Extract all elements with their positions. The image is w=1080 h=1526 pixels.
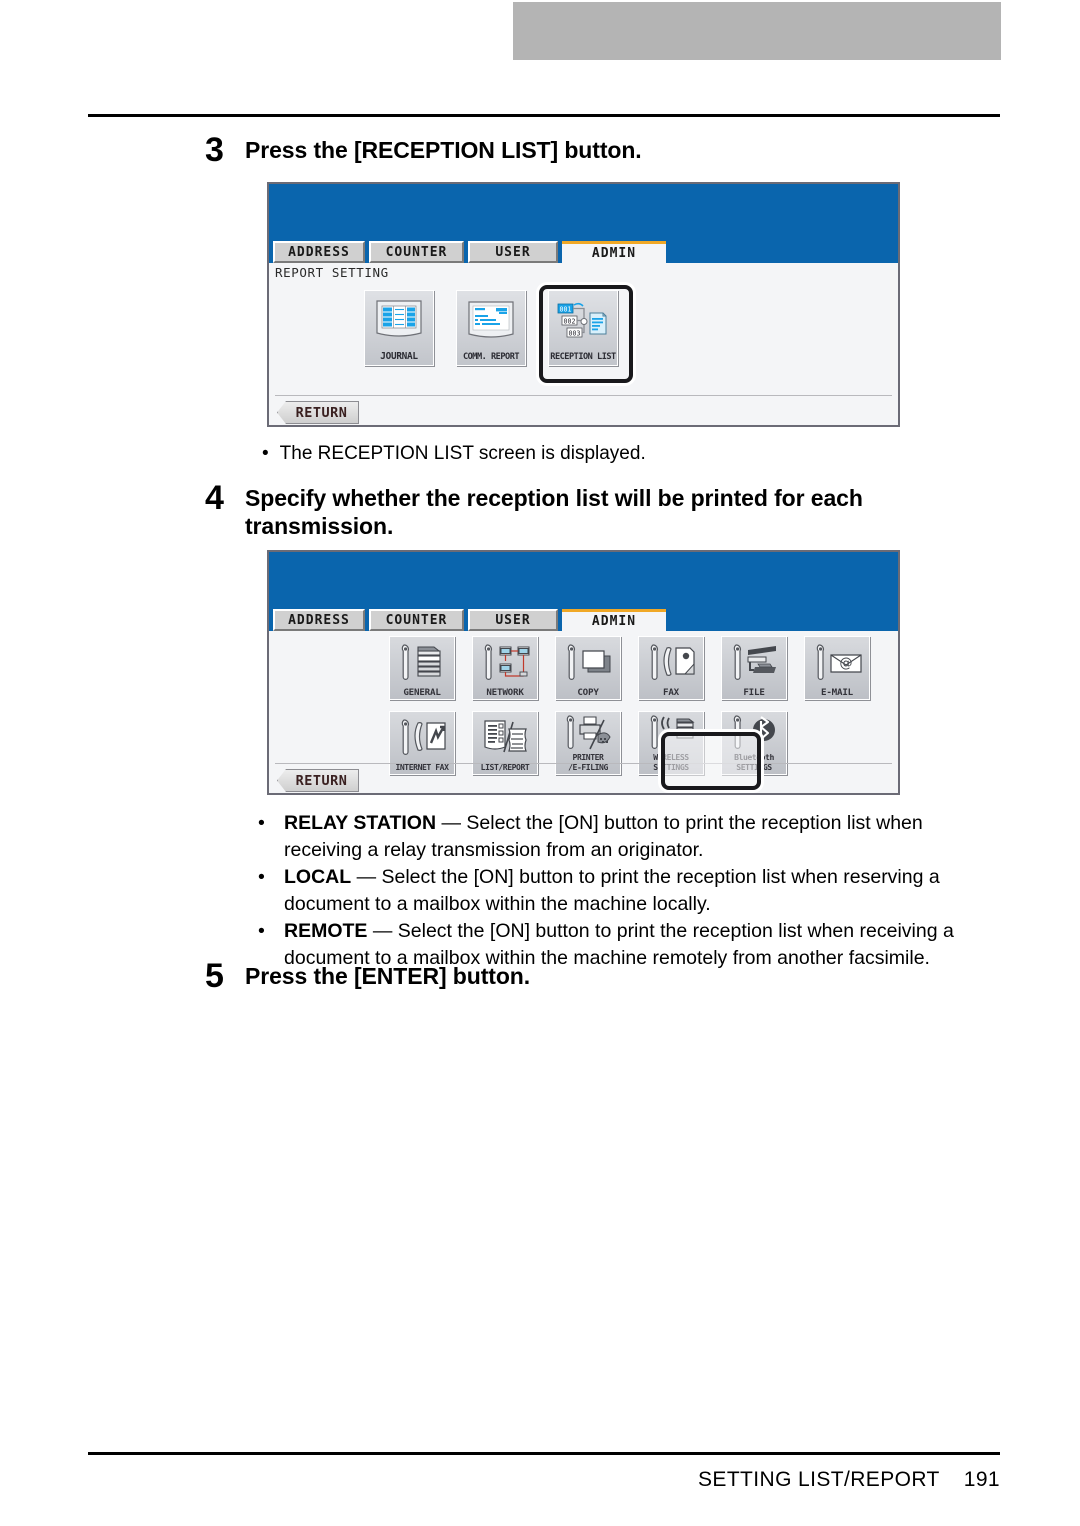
step-4: 4 Specify whether the reception list wil… xyxy=(205,479,995,540)
reception-list-routing-icon: 001 002 003 xyxy=(556,291,610,352)
step-4-number: 4 xyxy=(205,479,224,517)
panel1-breadcrumb: REPORT SETTING xyxy=(275,265,389,280)
bullet-dash: — xyxy=(436,812,467,834)
bullet-term: LOCAL xyxy=(284,866,352,888)
svg-text:003: 003 xyxy=(569,329,581,337)
file-button[interactable]: FILE xyxy=(721,636,787,700)
panel2-divider xyxy=(275,763,892,764)
file-button-label: FILE xyxy=(743,686,765,698)
list-item: • LOCAL — Select the [ON] button to prin… xyxy=(258,864,1000,917)
step-5-text: Press the [ENTER] button. xyxy=(245,963,531,989)
bullet-dot: • xyxy=(258,866,265,888)
bullet-text: Select the [ON] button to print the rece… xyxy=(284,866,940,915)
svg-text:002: 002 xyxy=(564,317,576,325)
wrench-folder-icon xyxy=(722,637,786,688)
comm-report-button[interactable]: COMM. REPORT xyxy=(456,290,526,366)
svg-text:@: @ xyxy=(840,656,853,671)
comm-report-page-icon xyxy=(466,291,516,352)
footer-rule xyxy=(88,1452,1000,1455)
panel2-tab-user[interactable]: USER xyxy=(468,609,558,631)
admin-menu-panel: ADDRESS COUNTER USER ADMIN GENERAL NETWO… xyxy=(267,550,900,795)
bullet-dot: • xyxy=(262,443,269,464)
bullet-dash: — xyxy=(351,866,382,888)
step-4-text: Specify whether the reception list will … xyxy=(245,485,863,539)
list-item: • RELAY STATION — Select the [ON] button… xyxy=(258,810,1000,863)
bullet-term: RELAY STATION xyxy=(284,812,437,834)
copy-button[interactable]: COPY xyxy=(555,636,621,700)
copy-button-label: COPY xyxy=(577,686,599,698)
printer-efiling-button[interactable]: PRINTER /E-FILING xyxy=(555,711,621,775)
journal-table-icon xyxy=(374,291,424,351)
panel1-header-band xyxy=(269,184,898,244)
wrench-network-icon xyxy=(473,637,537,688)
panel1-tab-user[interactable]: USER xyxy=(468,241,558,263)
email-button[interactable]: @ E-MAIL xyxy=(804,636,870,700)
comm-report-button-label: COMM. REPORT xyxy=(462,352,520,362)
panel1-body: REPORT SETTING JOURNAL COMM. REPORT 001 … xyxy=(269,263,898,425)
wrench-copier-icon xyxy=(390,637,454,688)
general-button[interactable]: GENERAL xyxy=(389,636,455,700)
report-setting-panel: ADDRESS COUNTER USER ADMIN REPORT SETTIN… xyxy=(267,182,900,427)
step-3-note: • The RECEPTION LIST screen is displayed. xyxy=(262,442,962,466)
wrench-internet-fax-icon xyxy=(390,712,454,763)
panel2-tab-counter[interactable]: COUNTER xyxy=(369,609,464,631)
wrench-fax-icon xyxy=(639,637,703,688)
journal-button[interactable]: JOURNAL xyxy=(364,290,434,366)
panel1-tabstrip: ADDRESS COUNTER USER ADMIN xyxy=(269,241,898,263)
panel1-return-button[interactable]: RETURN xyxy=(277,401,359,424)
internet-fax-button[interactable]: INTERNET FAX xyxy=(389,711,455,775)
panel1-tab-address[interactable]: ADDRESS xyxy=(273,241,365,263)
reception-list-button-label: RECEPTION LIST xyxy=(550,352,616,362)
option-bullet-list: • RELAY STATION — Select the [ON] button… xyxy=(258,810,1000,972)
panel2-tabstrip: ADDRESS COUNTER USER ADMIN xyxy=(269,609,898,631)
svg-text:001: 001 xyxy=(560,305,572,313)
network-button[interactable]: NETWORK xyxy=(472,636,538,700)
step-3-note-text: The RECEPTION LIST screen is displayed. xyxy=(279,443,646,464)
bullet-dot: • xyxy=(258,812,265,834)
footer: SETTING LIST/REPORT 191 xyxy=(88,1468,1000,1492)
journal-button-label: JOURNAL xyxy=(380,351,418,362)
panel2-header-band xyxy=(269,552,898,612)
internet-fax-button-label: INTERNET FAX xyxy=(395,761,449,772)
panel1-divider xyxy=(275,395,892,396)
footer-title: SETTING LIST/REPORT xyxy=(698,1468,940,1491)
top-gray-band xyxy=(513,2,1001,60)
header-rule xyxy=(88,114,1000,117)
step-5-number: 5 xyxy=(205,957,224,995)
panel1-tab-counter[interactable]: COUNTER xyxy=(369,241,464,263)
wrench-printer-efiling-icon xyxy=(556,712,620,753)
panel2-return-button[interactable]: RETURN xyxy=(277,769,359,792)
panel2-body: GENERAL NETWORK COPY FAX FILE @ E-MAIL I… xyxy=(269,631,898,793)
panel2-tab-admin[interactable]: ADMIN xyxy=(562,609,666,631)
step-3-number: 3 xyxy=(205,131,224,169)
panel2-tab-address[interactable]: ADDRESS xyxy=(273,609,365,631)
reception-list-button[interactable]: 001 002 003 RECEPTION LIST xyxy=(548,290,618,366)
network-button-label: NETWORK xyxy=(486,686,524,698)
wrench-paper-icon xyxy=(556,637,620,688)
list-report-icon xyxy=(473,712,537,763)
step-3-text: Press the [RECEPTION LIST] button. xyxy=(245,137,642,163)
list-report-button-label: LIST/REPORT xyxy=(480,761,530,772)
fax-button-label: FAX xyxy=(663,686,679,698)
fax-button[interactable]: FAX xyxy=(638,636,704,700)
selection-highlight-backdrop xyxy=(665,736,757,786)
wrench-envelope-at-icon: @ xyxy=(805,637,869,688)
bullet-term: REMOTE xyxy=(284,920,368,942)
step-3: 3 Press the [RECEPTION LIST] button. xyxy=(205,131,995,169)
email-button-label: E-MAIL xyxy=(821,686,853,698)
step-5: 5 Press the [ENTER] button. xyxy=(205,957,995,995)
page-number: 191 xyxy=(963,1468,1000,1491)
panel1-tab-admin[interactable]: ADMIN xyxy=(562,241,666,263)
bullet-dash: — xyxy=(367,920,398,942)
general-button-label: GENERAL xyxy=(403,686,441,698)
list-report-button[interactable]: LIST/REPORT xyxy=(472,711,538,775)
